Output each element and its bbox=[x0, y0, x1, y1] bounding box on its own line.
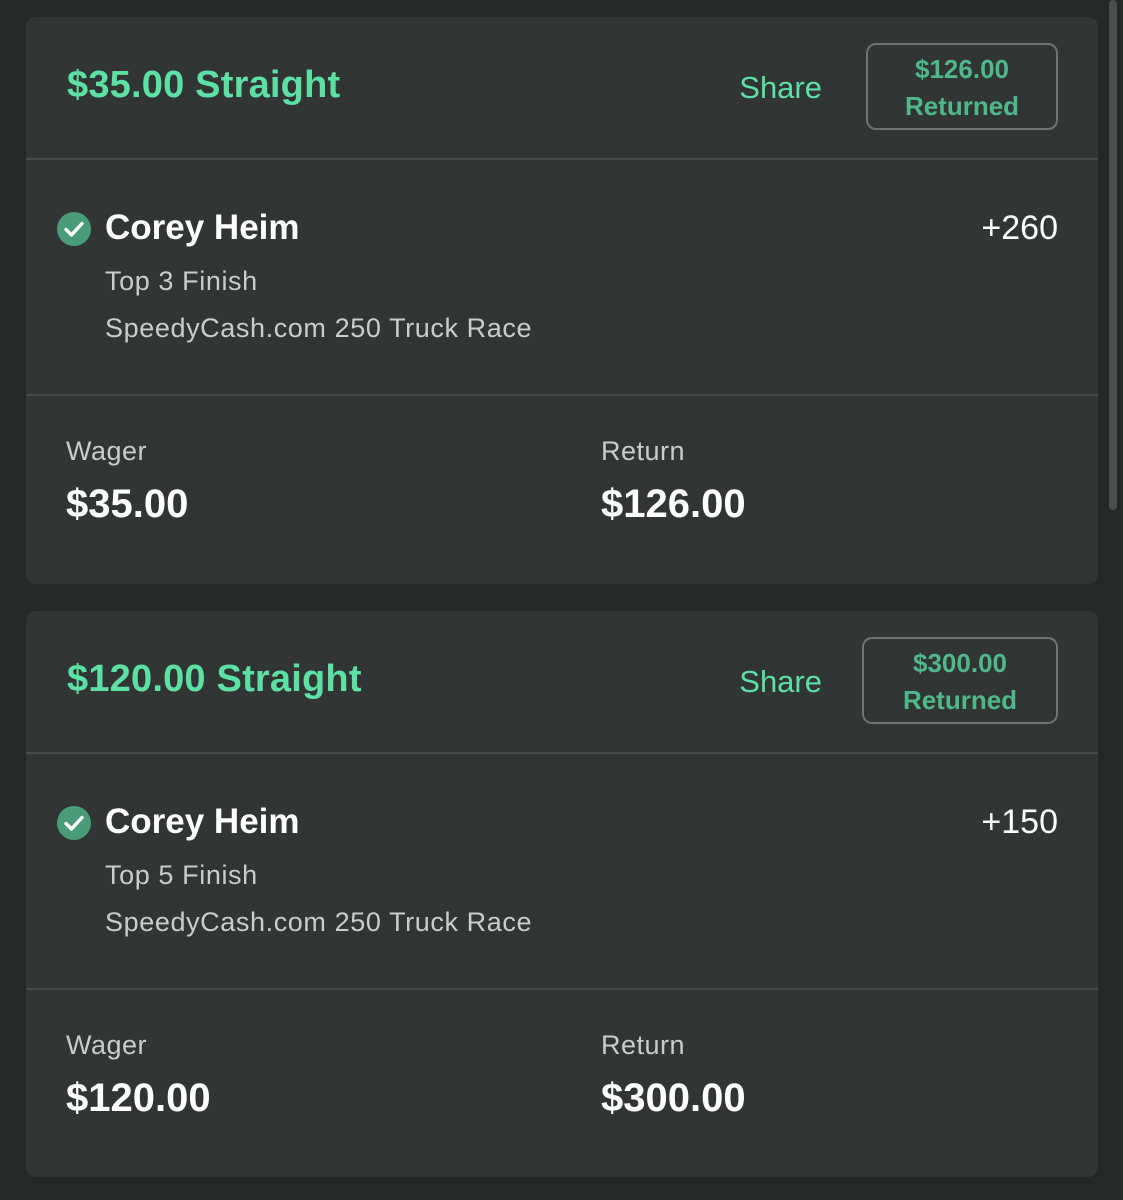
returned-label: Returned bbox=[904, 91, 1020, 121]
returned-amount: $300.00 bbox=[913, 648, 1007, 678]
return-label: Return bbox=[601, 436, 686, 466]
market-name: Top 5 Finish bbox=[105, 860, 258, 890]
market-name: Top 3 Finish bbox=[105, 266, 258, 296]
bet-card-header: $35.00 Straight Share $126.00 Returned bbox=[26, 17, 1098, 160]
bet-leg: Corey Heim +260 Top 3 Finish SpeedyCash.… bbox=[26, 160, 1098, 396]
returned-label: Returned bbox=[902, 685, 1018, 715]
return-value: $126.00 bbox=[601, 482, 746, 526]
event-name: SpeedyCash.com 250 Truck Race bbox=[105, 313, 533, 343]
bet-card: $35.00 Straight Share $126.00 Returned C… bbox=[26, 17, 1098, 584]
bet-card: $120.00 Straight Share $300.00 Returned … bbox=[26, 611, 1098, 1177]
event-name: SpeedyCash.com 250 Truck Race bbox=[105, 907, 533, 937]
bet-summary: Wager $120.00 Return $300.00 bbox=[26, 990, 1098, 1177]
bet-title: $120.00 Straight bbox=[67, 658, 362, 700]
check-icon bbox=[57, 212, 91, 246]
wager-label: Wager bbox=[66, 436, 148, 466]
share-button[interactable]: Share bbox=[739, 664, 822, 700]
wager-label: Wager bbox=[66, 1030, 148, 1060]
wager-value: $35.00 bbox=[66, 482, 189, 526]
scrollbar[interactable] bbox=[1109, 0, 1117, 510]
odds: +260 bbox=[981, 209, 1058, 247]
runner-name: Corey Heim bbox=[105, 208, 300, 247]
returned-badge: $126.00 Returned bbox=[866, 43, 1058, 130]
return-value: $300.00 bbox=[601, 1076, 746, 1120]
share-button[interactable]: Share bbox=[739, 70, 822, 106]
odds: +150 bbox=[981, 803, 1058, 841]
bet-card-header: $120.00 Straight Share $300.00 Returned bbox=[26, 611, 1098, 754]
returned-amount: $126.00 bbox=[915, 54, 1009, 84]
bet-title: $35.00 Straight bbox=[67, 64, 341, 106]
runner-name: Corey Heim bbox=[105, 802, 300, 841]
wager-value: $120.00 bbox=[66, 1076, 211, 1120]
check-icon bbox=[57, 806, 91, 840]
bet-leg: Corey Heim +150 Top 5 Finish SpeedyCash.… bbox=[26, 754, 1098, 990]
returned-badge: $300.00 Returned bbox=[862, 637, 1058, 724]
bet-summary: Wager $35.00 Return $126.00 bbox=[26, 396, 1098, 584]
return-label: Return bbox=[601, 1030, 686, 1060]
